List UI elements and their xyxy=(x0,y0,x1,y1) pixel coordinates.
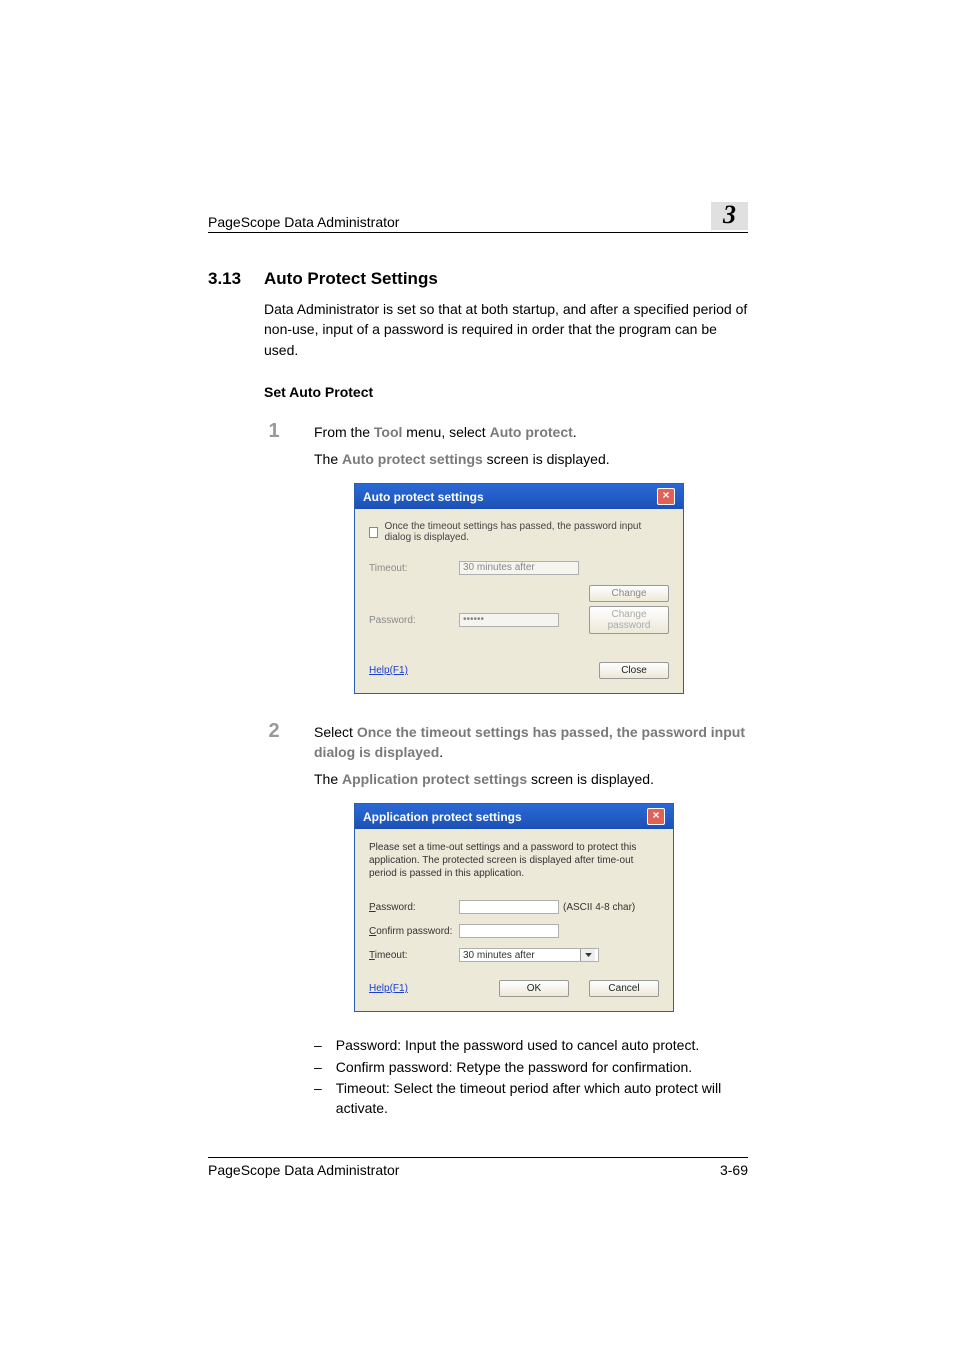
timeout-field: 30 minutes after xyxy=(459,561,579,575)
timeout-label-2: Timeout: xyxy=(369,950,459,961)
help-link[interactable]: Help(F1) xyxy=(369,665,408,676)
auto-protect-dialog: Auto protect settings × Once the timeout… xyxy=(354,483,684,694)
dialog2-message: Please set a time-out settings and a pas… xyxy=(369,841,659,880)
footer-product: PageScope Data Administrator xyxy=(208,1162,399,1178)
checkbox-label: Once the timeout settings has passed, th… xyxy=(384,521,669,543)
timeout-select[interactable]: 30 minutes after xyxy=(459,948,599,962)
dialog2-title: Application protect settings xyxy=(363,810,522,824)
password-label-2: Password: xyxy=(369,902,459,913)
section-intro: Data Administrator is set so that at bot… xyxy=(264,299,748,360)
list-item: –Confirm password: Retype the password f… xyxy=(314,1058,748,1078)
password-label: Password: xyxy=(369,615,459,626)
list-item: –Password: Input the password used to ca… xyxy=(314,1036,748,1056)
password-note: (ASCII 4-8 char) xyxy=(563,902,635,913)
application-protect-dialog: Application protect settings × Please se… xyxy=(354,803,674,1012)
footer-page: 3-69 xyxy=(720,1162,748,1178)
close-button[interactable]: Close xyxy=(599,662,669,679)
change-password-button[interactable]: Change password xyxy=(589,606,669,634)
password-input[interactable] xyxy=(459,900,559,914)
step-number-2: 2 xyxy=(264,720,284,743)
step-1-text: From the Tool menu, select Auto protect. xyxy=(314,422,748,442)
help-link-2[interactable]: Help(F1) xyxy=(369,983,408,994)
list-item: –Timeout: Select the timeout period afte… xyxy=(314,1079,748,1118)
step-number-1: 1 xyxy=(264,420,284,443)
step-1-result: The Auto protect settings screen is disp… xyxy=(314,449,748,469)
chapter-number: 3 xyxy=(711,202,748,230)
header-product: PageScope Data Administrator xyxy=(208,214,399,230)
change-button[interactable]: Change xyxy=(589,585,669,602)
close-icon[interactable]: × xyxy=(657,488,675,505)
step-2-result: The Application protect settings screen … xyxy=(314,769,748,789)
confirm-password-input[interactable] xyxy=(459,924,559,938)
section-number: 3.13 xyxy=(208,269,250,289)
section-title: Auto Protect Settings xyxy=(264,269,438,289)
close-icon[interactable]: × xyxy=(647,808,665,825)
timeout-checkbox[interactable] xyxy=(369,527,378,538)
ok-button[interactable]: OK xyxy=(499,980,569,997)
chevron-down-icon xyxy=(580,949,595,961)
timeout-label: Timeout: xyxy=(369,563,459,574)
bullet-list: –Password: Input the password used to ca… xyxy=(314,1036,748,1118)
cancel-button[interactable]: Cancel xyxy=(589,980,659,997)
dialog1-title: Auto protect settings xyxy=(363,490,484,504)
subheading: Set Auto Protect xyxy=(264,384,748,400)
confirm-password-label: Confirm password: xyxy=(369,926,459,937)
password-field: •••••• xyxy=(459,613,559,627)
step-2-text: Select Once the timeout settings has pas… xyxy=(314,722,748,763)
